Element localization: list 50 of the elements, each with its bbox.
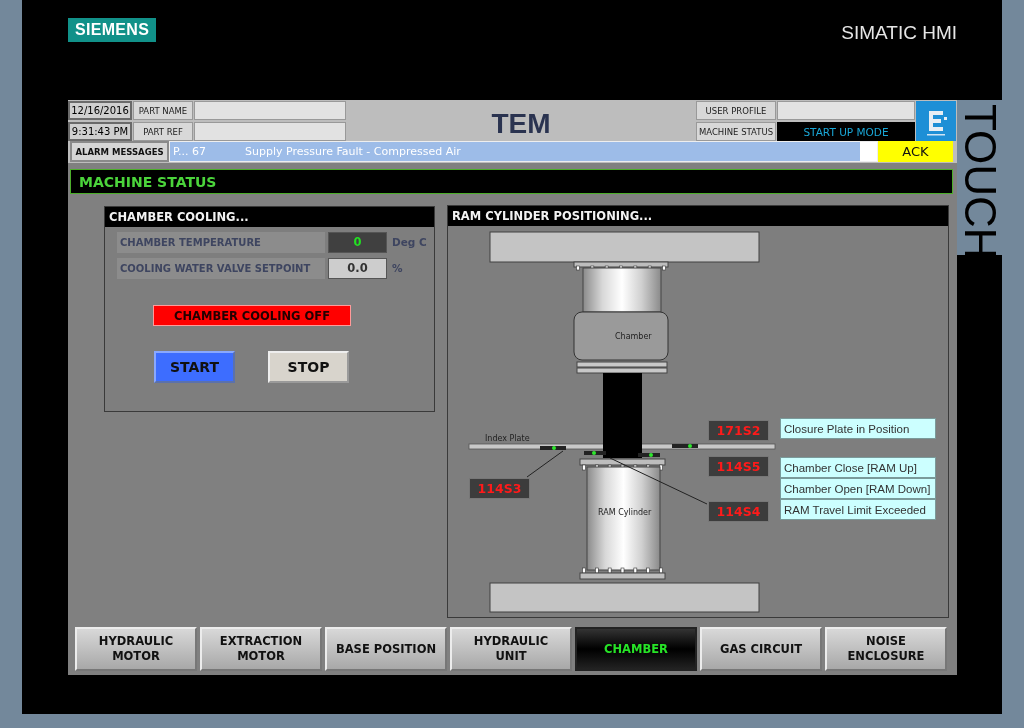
machine-status-display: START UP MODE	[777, 122, 915, 141]
time-display: 9:31:43 PM	[68, 122, 132, 141]
panel-title: CHAMBER COOLING...	[105, 207, 434, 227]
nav-tab[interactable]: NOISE ENCLOSURE	[825, 627, 947, 671]
sensor-tag: 114S3	[469, 478, 530, 499]
nav-tab[interactable]: HYDRAULIC MOTOR	[75, 627, 197, 671]
product-name: SIMATIC HMI	[841, 22, 957, 44]
alarm-number: P... 67	[172, 145, 207, 158]
nav-tab[interactable]: BASE POSITION	[325, 627, 447, 671]
nav-tab[interactable]: GAS CIRCUIT	[700, 627, 822, 671]
field-label: PART NAME	[133, 101, 193, 120]
unit-label: %	[392, 262, 403, 274]
date-display: 12/16/2016	[68, 101, 132, 120]
ram-cylinder-label: RAM Cylinder	[598, 508, 652, 517]
part-ref-field[interactable]	[194, 122, 346, 141]
sensor-tag: 114S5	[708, 456, 769, 477]
stop-button[interactable]: STOP	[268, 351, 349, 383]
sensor-tag: 114S4	[708, 501, 769, 522]
nav-tab[interactable]: CHAMBER	[575, 627, 697, 671]
nav-tab[interactable]: EXTRACTION MOTOR	[200, 627, 322, 671]
sensor-tag: 171S2	[708, 420, 769, 441]
panel-title: RAM CYLINDER POSITIONING...	[448, 206, 948, 226]
leader-line	[526, 450, 564, 478]
user-profile-field[interactable]	[777, 101, 915, 120]
alarm-message: Supply Pressure Fault - Compressed Air	[245, 145, 462, 158]
reading-label: COOLING WATER VALVE SETPOINT	[117, 257, 325, 279]
unit-label: Deg C	[392, 236, 427, 248]
sensor-description: Chamber Close [RAM Up]	[780, 457, 936, 478]
chamber-label: Chamber	[615, 332, 652, 341]
sensor-description: Chamber Open [RAM Down]	[780, 478, 936, 499]
setpoint-field[interactable]: 0.0	[328, 257, 387, 279]
field-label: USER PROFILE	[696, 101, 776, 120]
brand-logo: SIEMENS	[68, 18, 157, 42]
side-label: TOUCH	[957, 104, 1002, 255]
reading-label: CHAMBER TEMPERATURE	[117, 231, 325, 253]
cooling-status-indicator: CHAMBER COOLING OFF	[153, 305, 351, 326]
screen-title: TEM	[491, 107, 551, 141]
nav-tab[interactable]: HYDRAULIC UNIT	[450, 627, 572, 671]
field-label: PART REF	[133, 122, 193, 141]
start-button[interactable]: START	[154, 351, 235, 383]
index-plate-label: Index Plate	[485, 434, 530, 443]
sensor-description: RAM Travel Limit Exceeded	[780, 499, 936, 520]
section-title: MACHINE STATUS	[70, 169, 953, 194]
ack-button[interactable]: ACK	[878, 141, 953, 162]
value-display: 0	[328, 231, 387, 253]
field-label: MACHINE STATUS	[696, 122, 776, 141]
company-logo	[916, 101, 956, 141]
sensor-description: Closure Plate in Position	[780, 418, 936, 439]
alarm-messages-button[interactable]: ALARM MESSAGES	[70, 141, 169, 162]
part-name-field[interactable]	[194, 101, 346, 120]
